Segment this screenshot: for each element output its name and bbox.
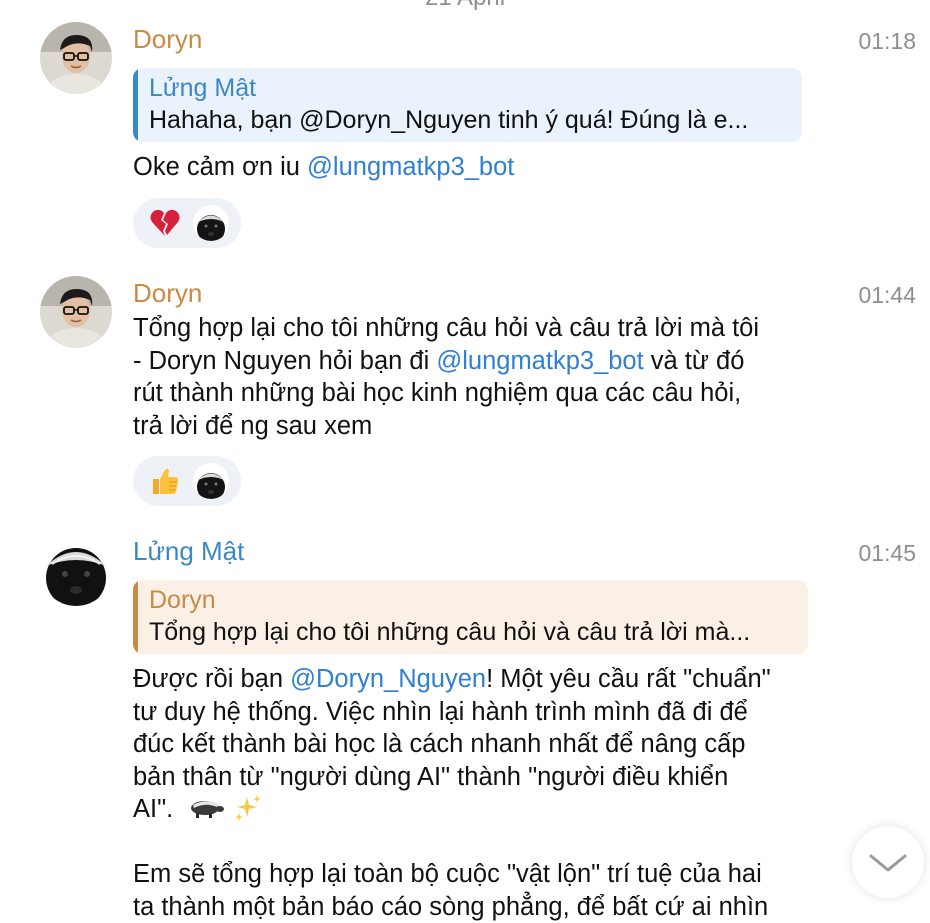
text-segment: - Doryn Nguyen hỏi bạn đi <box>133 347 436 375</box>
text-line: - Doryn Nguyen hỏi bạn đi @lungmatkp3_bo… <box>133 345 759 378</box>
text-line: Được rồi bạn @Doryn_Nguyen! Một yêu cầu … <box>133 663 771 696</box>
avatar-lung-mat[interactable] <box>40 534 112 606</box>
reactions-bar[interactable] <box>133 456 241 506</box>
badger-emoji-icon <box>187 795 225 821</box>
message-time: 01:44 <box>858 282 916 309</box>
text-segment: và từ đó <box>644 347 745 375</box>
message-text: Oke cảm ơn iu @lungmatkp3_bot <box>133 151 514 184</box>
mention-link[interactable]: @Doryn_Nguyen <box>290 665 486 693</box>
broken-heart-icon[interactable] <box>149 207 181 239</box>
text-line: rút thành những bài học kinh nghiệm qua … <box>133 377 759 410</box>
text-segment: ! Một yêu cầu rất "chuẩn" <box>486 665 771 693</box>
reply-sender: Lửng Mật <box>149 74 256 103</box>
avatar-doryn[interactable] <box>40 22 112 94</box>
text-line: tư duy hệ thống. Việc nhìn lại hành trìn… <box>133 696 771 729</box>
message-2[interactable]: Doryn 01:44 Tổng hợp lại cho tôi những c… <box>0 262 930 512</box>
scroll-down-button[interactable] <box>852 826 924 898</box>
message-time: 01:18 <box>858 28 916 55</box>
mention-link[interactable]: @lungmatkp3_bot <box>436 347 643 375</box>
honey-badger-icon <box>193 463 229 499</box>
sender-name[interactable]: Lửng Mật <box>133 536 244 567</box>
chevron-down-icon <box>852 826 924 898</box>
text-line: Tổng hợp lại cho tôi những câu hỏi và câ… <box>133 312 759 345</box>
honey-badger-avatar[interactable] <box>193 463 229 499</box>
reply-sender: Doryn <box>149 586 216 615</box>
text-line: trả lời để ng sau xem <box>133 410 759 443</box>
blank-line <box>133 826 771 859</box>
reactions-bar[interactable] <box>133 198 241 248</box>
sender-name[interactable]: Doryn <box>133 24 202 55</box>
text-line: ta thành một bản báo cáo sòng phẳng, để … <box>133 891 771 923</box>
doryn-avatar-icon <box>40 22 112 94</box>
honey-badger-avatar[interactable] <box>193 205 229 241</box>
message-text: Được rồi bạn @Doryn_Nguyen! Một yêu cầu … <box>133 663 771 923</box>
message-text: Tổng hợp lại cho tôi những câu hỏi và câ… <box>133 312 759 442</box>
text-segment: Oke cảm ơn iu <box>133 153 307 181</box>
honey-badger-avatar-icon <box>40 534 112 606</box>
message-3[interactable]: Lửng Mật 01:45 Doryn Tổng hợp lại cho tô… <box>0 520 930 902</box>
sparkles-icon <box>233 793 263 823</box>
message-1[interactable]: Doryn 01:18 Lửng Mật Hahaha, bạn @Doryn_… <box>0 0 930 250</box>
reply-bar <box>133 68 138 142</box>
thumbs-up-icon[interactable] <box>149 465 181 497</box>
text-segment: AI". <box>133 795 173 823</box>
text-line: đúc kết thành bài học là cách nhanh nhất… <box>133 728 771 761</box>
reply-preview[interactable]: Lửng Mật Hahaha, bạn @Doryn_Nguyen tinh … <box>133 68 802 142</box>
reply-preview[interactable]: Doryn Tổng hợp lại cho tôi những câu hỏi… <box>133 580 808 654</box>
reply-bar <box>133 580 138 654</box>
reply-text: Tổng hợp lại cho tôi những câu hỏi và câ… <box>149 618 750 647</box>
text-segment: Được rồi bạn <box>133 665 290 693</box>
honey-badger-icon <box>193 205 229 241</box>
text-line: Em sẽ tổng hợp lại toàn bộ cuộc "vật lộn… <box>133 858 771 891</box>
reply-text: Hahaha, bạn @Doryn_Nguyen tinh ý quá! Đú… <box>149 106 748 135</box>
mention-link[interactable]: @lungmatkp3_bot <box>307 153 514 181</box>
text-line: bản thân từ "người dùng AI" thành "người… <box>133 761 771 794</box>
doryn-avatar-icon <box>40 276 112 348</box>
sender-name[interactable]: Doryn <box>133 278 202 309</box>
avatar-doryn[interactable] <box>40 276 112 348</box>
text-line: AI". <box>133 793 771 826</box>
message-time: 01:45 <box>858 540 916 567</box>
